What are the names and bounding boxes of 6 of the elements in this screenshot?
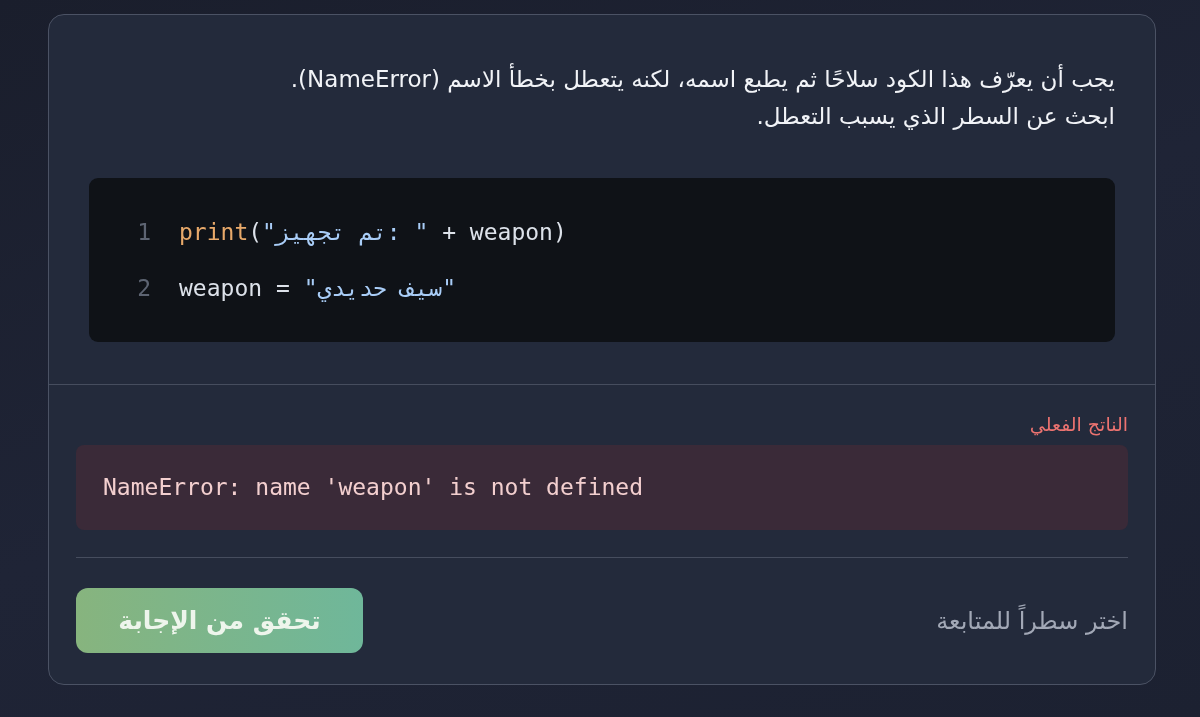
- line-number: 1: [136, 219, 151, 245]
- hint-text: اختر سطراً للمتابعة: [936, 606, 1128, 635]
- instruction-text: يجب أن يعرّف هذا الكود سلاحًا ثم يطبع اسمه، لكنه يتعطل بخطأ الاسم (NameError). ابحث عن السطر الذي يسبب التعطل.: [89, 61, 1115, 135]
- output-label: الناتج الفعلي: [1029, 412, 1128, 436]
- error-output: NameError: name 'weapon' is not defined: [76, 445, 1128, 530]
- line-number: 2: [136, 275, 151, 301]
